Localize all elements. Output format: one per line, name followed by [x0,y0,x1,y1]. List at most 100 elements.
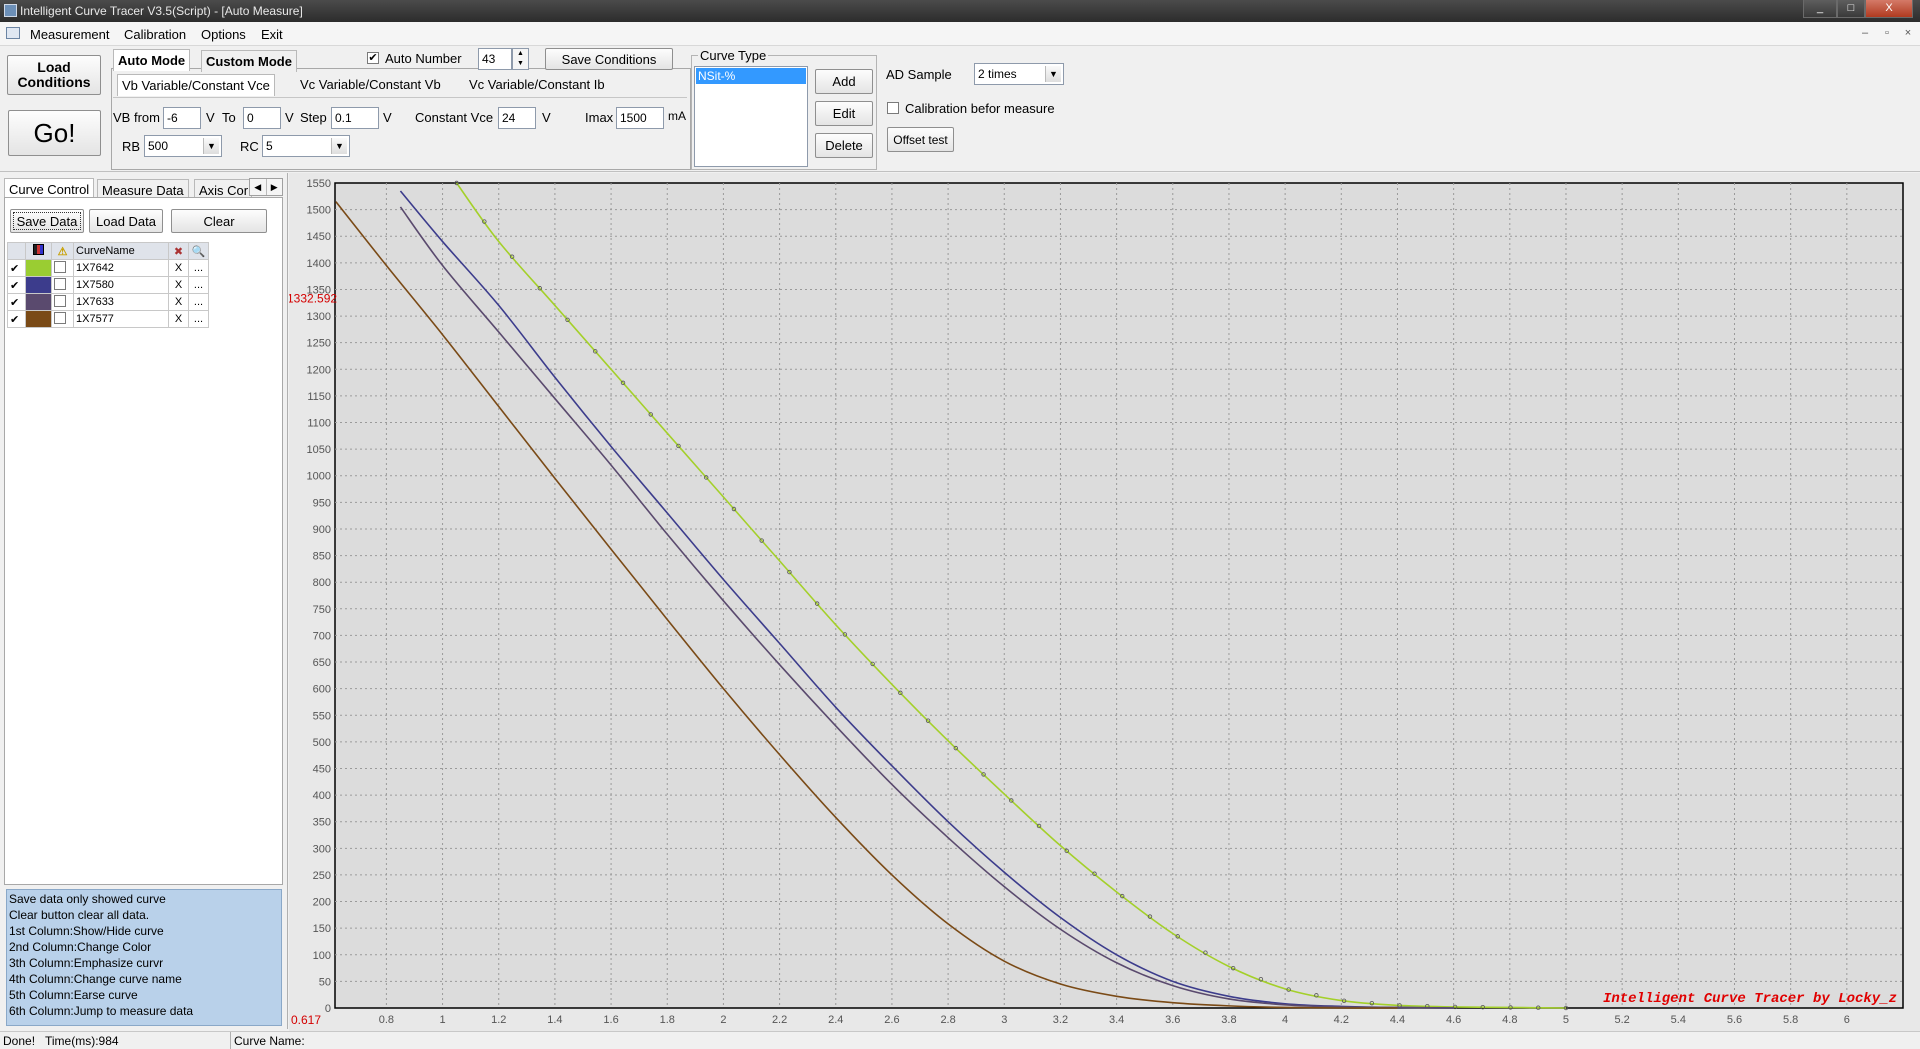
offset-test-button[interactable]: Offset test [887,127,954,152]
to-input[interactable]: 0 [243,107,281,129]
eraser-icon: ✖ [168,242,189,260]
imax-input[interactable]: 1500 [616,107,664,129]
tab-vc-variable-vb[interactable]: Vc Variable/Constant Vb [300,77,441,92]
curve-emphasize-checkbox[interactable] [51,276,74,294]
note-line: 3th Column:Emphasize curvr [9,956,164,970]
load-conditions-button[interactable]: Load Conditions [7,55,101,95]
chevron-down-icon[interactable]: ▼ [331,138,347,154]
curve-type-list[interactable]: NSit-% [694,66,808,167]
curve-row[interactable]: ✔ 1X7580 X ... [7,276,209,294]
clear-button[interactable]: Clear [171,209,267,233]
curve-color-swatch[interactable] [25,293,52,311]
curve-jump-button[interactable]: ... [188,310,209,328]
save-data-button[interactable]: Save Data [10,209,84,233]
mdi-minimize-button[interactable]: – [1857,27,1873,41]
calibration-checkbox[interactable] [887,102,899,114]
status-time: Time(ms):984 [45,1034,119,1048]
y-tick-label: 900 [313,524,331,536]
auto-number-spinner[interactable]: ▲ ▼ [512,48,529,70]
auto-number-input[interactable]: 43 [478,48,512,70]
curve-name[interactable]: 1X7580 [73,276,169,294]
curve-jump-button[interactable]: ... [188,276,209,294]
tab-vb-variable[interactable]: Vb Variable/Constant Vce [117,74,275,96]
y-tick-label: 950 [313,497,331,509]
mdi-restore-button[interactable]: ▫ [1879,27,1895,41]
mdi-icon [6,27,20,39]
vb-from-unit: V [206,110,215,125]
delete-curve-type-button[interactable]: Delete [815,133,873,158]
palette-icon [33,244,44,255]
scroll-left-icon[interactable]: ◀ [250,179,266,195]
scroll-right-icon[interactable]: ▶ [265,179,283,195]
curve-erase-button[interactable]: X [168,259,189,277]
curve-name[interactable]: 1X7642 [73,259,169,277]
curve-show-checkbox[interactable]: ✔ [7,276,26,294]
x-tick-label: 3.2 [1053,1014,1068,1026]
y-tick-label: 1100 [307,418,331,430]
curve-emphasize-checkbox[interactable] [51,293,74,311]
x-tick-label: 1.4 [547,1014,562,1026]
edit-curve-type-button[interactable]: Edit [815,101,873,126]
curve-chart[interactable]: 0 50 100 150 200 250 300 350 400 450 500 550 600 650 7… [289,173,1920,1031]
rc-select[interactable]: 5 ▼ [262,135,350,157]
save-conditions-button[interactable]: Save Conditions [545,48,673,70]
rb-select[interactable]: 500 ▼ [144,135,222,157]
menu-measurement[interactable]: Measurement [30,27,109,42]
tab-auto-mode[interactable]: Auto Mode [113,49,191,71]
vb-from-input[interactable]: -6 [163,107,201,129]
curve-erase-button[interactable]: X [168,293,189,311]
chart-watermark: Intelligent Curve Tracer by Locky_z [1603,991,1897,1007]
curve-show-checkbox[interactable]: ✔ [7,310,26,328]
y-tick-label: 1300 [307,311,331,323]
go-button[interactable]: Go! [8,110,101,156]
curve-color-swatch[interactable] [25,259,52,277]
step-label: Step [300,110,327,125]
tab-vc-variable-ib[interactable]: Vc Variable/Constant Ib [469,77,605,92]
x-tick-label: 5.6 [1727,1014,1742,1026]
menu-exit[interactable]: Exit [261,27,283,42]
curve-jump-button[interactable]: ... [188,259,209,277]
curve-row[interactable]: ✔ 1X7633 X ... [7,293,209,311]
curve-name[interactable]: 1X7633 [73,293,169,311]
y-tick-label: 400 [313,790,331,802]
app-icon [4,4,17,17]
minimize-button[interactable]: _ [1803,0,1837,18]
curve-erase-button[interactable]: X [168,310,189,328]
curve-color-swatch[interactable] [25,276,52,294]
x-tick-label: 1 [440,1014,446,1026]
step-input[interactable]: 0.1 [331,107,379,129]
curve-jump-button[interactable]: ... [188,293,209,311]
curve-emphasize-checkbox[interactable] [51,310,74,328]
close-button[interactable]: X [1865,0,1913,18]
constant-vce-input[interactable]: 24 [498,107,536,129]
note-line: 6th Column:Jump to measure data [9,1004,194,1018]
mdi-close-button[interactable]: × [1900,27,1916,41]
curve-color-swatch[interactable] [25,310,52,328]
spin-down-icon[interactable]: ▼ [513,59,528,69]
curve-row[interactable]: ✔ 1X7642 X ... [7,259,209,277]
curve-row[interactable]: ✔ 1X7577 X ... [7,310,209,328]
y-tick-label: 300 [313,843,331,855]
status-divider [230,1032,231,1049]
spin-up-icon[interactable]: ▲ [513,49,528,59]
tab-custom-mode[interactable]: Custom Mode [201,50,297,72]
y-tick-label: 750 [313,604,331,616]
curve-type-item-nsit[interactable]: NSit-% [696,68,806,84]
maximize-button[interactable]: □ [1837,0,1865,18]
menu-calibration[interactable]: Calibration [124,27,186,42]
auto-number-checkbox[interactable]: ✔ [367,52,379,64]
load-data-button[interactable]: Load Data [89,209,163,233]
menu-options[interactable]: Options [201,27,246,42]
curve-name[interactable]: 1X7577 [73,310,169,328]
add-curve-type-button[interactable]: Add [815,69,873,94]
ad-sample-select[interactable]: 2 times ▼ [974,63,1064,85]
curve-erase-button[interactable]: X [168,276,189,294]
curve-show-checkbox[interactable]: ✔ [7,259,26,277]
curve-show-checkbox[interactable]: ✔ [7,293,26,311]
y-tick-label: 1500 [307,205,331,217]
chevron-down-icon[interactable]: ▼ [1045,66,1061,82]
curve-table-header: ⚠ CurveName ✖ 🔍 [7,242,209,260]
curve-emphasize-checkbox[interactable] [51,259,74,277]
y-tick-label: 1000 [307,471,331,483]
chevron-down-icon[interactable]: ▼ [203,138,219,154]
